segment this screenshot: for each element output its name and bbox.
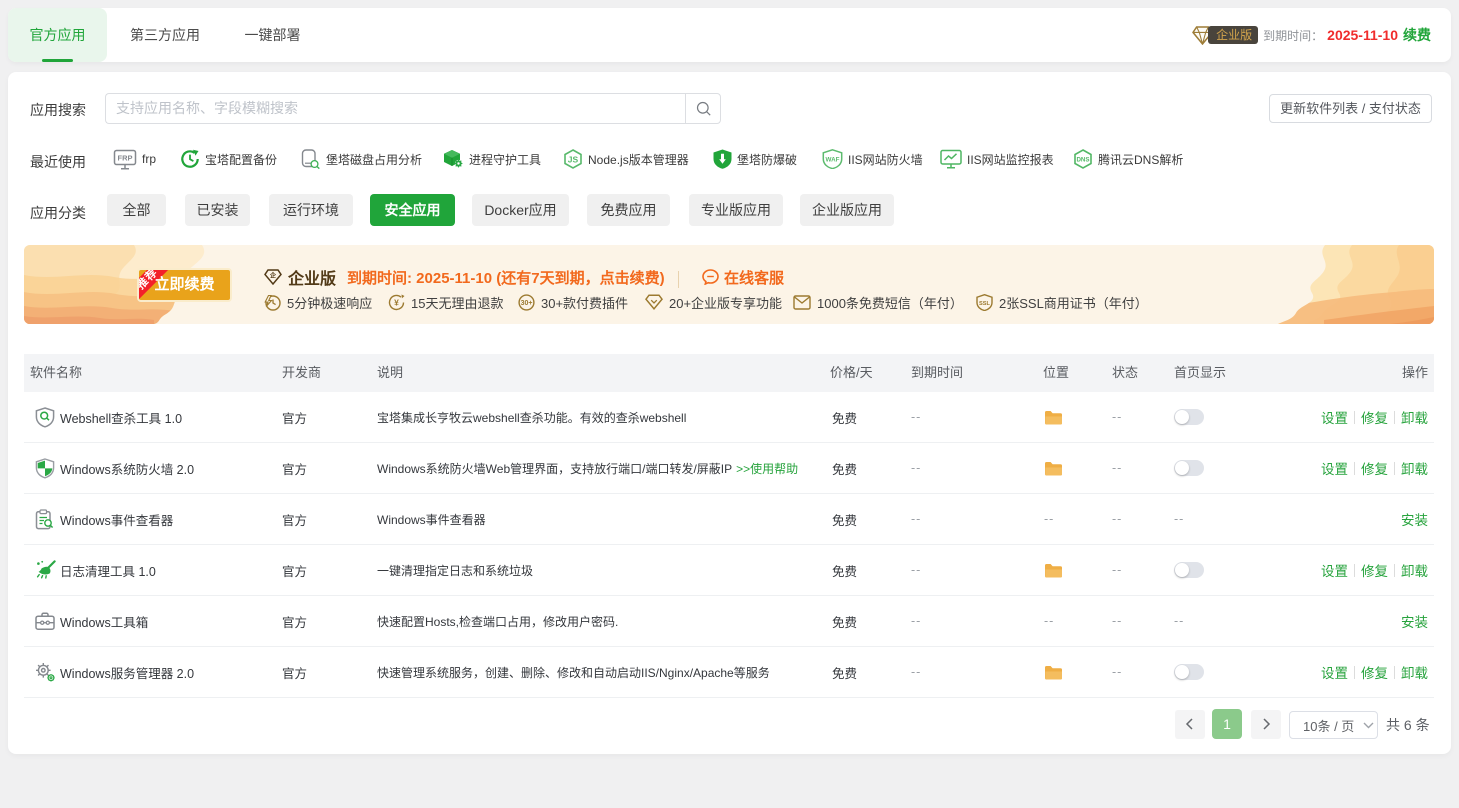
- svg-text:JS: JS: [568, 154, 579, 164]
- svg-text:30+: 30+: [521, 300, 533, 307]
- svg-text:FRP: FRP: [118, 153, 133, 162]
- svg-text:WAF: WAF: [826, 157, 840, 164]
- svg-text:企: 企: [269, 272, 277, 280]
- svg-text:SSL: SSL: [979, 300, 990, 306]
- svg-text:¥: ¥: [394, 297, 399, 307]
- svg-text:DNS: DNS: [1076, 157, 1089, 164]
